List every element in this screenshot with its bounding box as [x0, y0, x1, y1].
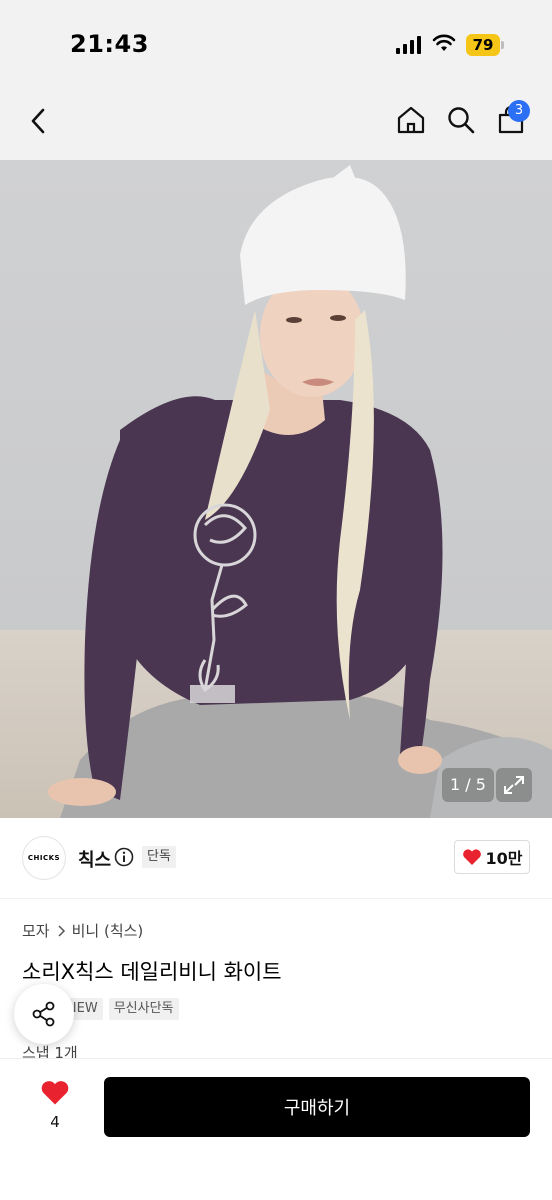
product-title: 소리X칙스 데일리비니 화이트 — [22, 960, 282, 984]
cart-count-badge: 3 — [508, 100, 530, 122]
tag-musinsa-exclusive: 무신사단독 — [108, 998, 179, 1020]
search-button[interactable] — [444, 102, 478, 138]
share-button[interactable] — [14, 984, 74, 1044]
battery-level: 79 — [472, 36, 494, 54]
expand-image-button[interactable] — [496, 768, 532, 802]
expand-icon — [504, 776, 524, 794]
brand-logo[interactable]: CHICKS — [22, 836, 66, 880]
buy-button[interactable]: 구매하기 — [104, 1077, 530, 1137]
heart-filled-icon — [41, 1081, 69, 1105]
status-bar: 21:43 79 — [0, 0, 552, 90]
back-button[interactable] — [22, 104, 56, 138]
exclusive-badge: 단독 — [142, 846, 176, 868]
chevron-right-icon — [58, 924, 65, 937]
breadcrumb-category[interactable]: 모자 — [22, 920, 50, 941]
status-time: 21:43 — [70, 30, 149, 58]
info-icon[interactable] — [114, 847, 134, 867]
section-divider — [0, 898, 552, 899]
share-icon — [32, 1001, 55, 1027]
top-nav — [0, 90, 552, 160]
battery-indicator: 79 — [466, 34, 506, 56]
search-icon — [448, 107, 475, 134]
image-pager: 1 / 5 — [442, 768, 494, 802]
home-icon — [397, 106, 425, 134]
model-illustration — [48, 165, 552, 818]
wifi-icon — [432, 34, 456, 51]
wishlist-button[interactable]: 4 — [34, 1079, 76, 1139]
cellular-signal-icon — [396, 36, 421, 54]
bottom-action-bar: 4 구매하기 — [0, 1058, 552, 1200]
brand-like-button[interactable]: 10만 — [454, 840, 530, 874]
brand-name[interactable]: 칙스 — [78, 846, 111, 872]
chevron-left-icon — [31, 108, 45, 134]
heart-icon — [462, 849, 481, 865]
wishlist-count: 4 — [50, 1113, 60, 1131]
breadcrumb-subcategory[interactable]: 비니 (칙스) — [72, 920, 144, 941]
breadcrumb: 모자 비니 (칙스) — [22, 920, 143, 941]
brand-like-count: 10만 — [485, 849, 523, 868]
product-image[interactable]: 1 / 5 — [0, 160, 552, 818]
home-button[interactable] — [394, 102, 428, 138]
brand-row: CHICKS 칙스 단독 10만 — [0, 818, 552, 898]
battery-tip — [501, 41, 504, 49]
